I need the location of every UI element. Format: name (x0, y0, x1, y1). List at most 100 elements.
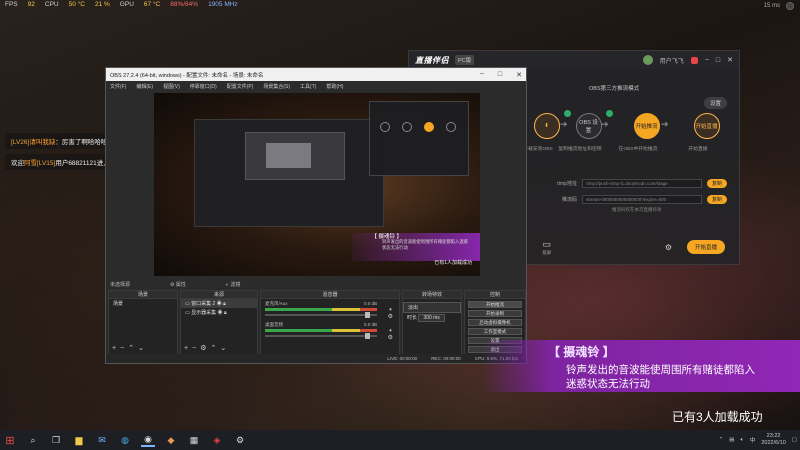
clock[interactable]: 23:22 2022/6/10 (761, 433, 785, 447)
notification-icon[interactable] (690, 56, 698, 64)
nested-live-panel (369, 101, 469, 176)
volume-icon[interactable]: 🔈︎ (741, 437, 744, 444)
menu-scene-collection[interactable]: 场景集合(S) (263, 83, 290, 90)
gear-icon[interactable]: ⚙ (388, 334, 393, 341)
slider-knob[interactable] (365, 333, 370, 339)
lock-icon[interactable]: 🔒︎ (224, 310, 227, 316)
chat-app-icon[interactable]: ◈ (210, 433, 224, 447)
filters-button[interactable]: ◐ 滤镜 (226, 281, 240, 288)
menu-help[interactable]: 帮助(H) (326, 83, 343, 90)
chat-level: [LV26] (11, 139, 30, 146)
transition-select[interactable]: 淡出 (403, 302, 461, 313)
volume-slider[interactable] (265, 312, 377, 318)
gear-icon[interactable]: ⚙ (388, 313, 393, 320)
maximize-icon[interactable]: □ (716, 57, 720, 64)
obs-taskbar-icon[interactable]: ◉ (141, 433, 155, 447)
down-icon[interactable]: ⌄ (138, 345, 148, 352)
network-icon[interactable]: ▤ (729, 437, 734, 443)
start-live-button[interactable]: 开始直播 (686, 240, 725, 254)
avatar[interactable] (642, 55, 653, 65)
duration-row: 时长 300 ms (403, 313, 461, 322)
remove-icon[interactable]: − (192, 345, 200, 352)
slider-knob[interactable] (365, 312, 370, 318)
menu-tools[interactable]: 工具(T) (300, 83, 316, 90)
menu-docks[interactable]: 停靠窗口(D) (190, 83, 217, 90)
copy-key-button[interactable]: 复制 (707, 195, 728, 204)
browser-icon[interactable]: ◍ (118, 433, 132, 447)
stream-key-field[interactable]: stream-0000000000000000?expire=000 (582, 195, 702, 204)
start-recording-button[interactable]: 开始录制 (468, 310, 522, 317)
explorer-icon[interactable]: ▆ (72, 433, 86, 447)
task-view-icon[interactable]: ❐ (49, 433, 63, 447)
nested-preview-window (245, 132, 345, 180)
cast-button[interactable]: ▭ 投屏 (542, 239, 551, 256)
maximize-icon[interactable]: □ (498, 71, 502, 79)
nested-preview-image (266, 143, 311, 168)
nested-obs-preview (194, 119, 384, 227)
start-streaming-button[interactable]: 开始推流 (468, 301, 522, 308)
arrow-right-icon: ➔ (601, 119, 609, 129)
source-item[interactable]: ▭ 窗口采集 2 ◉ 🔒︎ (181, 299, 257, 308)
ime-indicator[interactable]: 中 (750, 436, 756, 444)
up-icon[interactable]: ⌃ (210, 345, 220, 352)
menu-view[interactable]: 视图(V) (163, 83, 180, 90)
preview-loaded-text: 已有1人加载成功 (434, 260, 472, 266)
up-icon[interactable]: ⌃ (128, 345, 138, 352)
eye-icon[interactable]: ◉ (217, 301, 222, 307)
remove-icon[interactable]: − (120, 345, 128, 352)
scene-tools: +−⌃⌄ (112, 344, 148, 352)
menu-profile[interactable]: 配置文件(P) (227, 83, 254, 90)
settings-button[interactable]: 设置 (703, 97, 727, 109)
mixer-channel-db: 0.0 dB (363, 322, 377, 327)
duration-field[interactable]: 300 ms (418, 314, 445, 322)
add-icon[interactable]: + (112, 345, 120, 352)
minimize-icon[interactable]: − (480, 71, 484, 79)
chevron-up-icon[interactable]: ⌃ (719, 437, 724, 443)
arrow-right-icon: ➔ (661, 119, 669, 129)
menu-edit[interactable]: 编辑(E) (136, 83, 153, 90)
latency-text: 15 ms (763, 3, 780, 9)
studio-mode-button[interactable]: 工作室模式 (468, 328, 522, 335)
source-item[interactable]: ▭ 显示器采集 ◉ 🔒︎ (181, 308, 257, 317)
game-icon[interactable]: ◆ (164, 433, 178, 447)
chat-message: [LV26]请叫我缺：厉害了啊哈哈哈 (5, 133, 114, 149)
record-dot-icon[interactable] (786, 2, 794, 10)
down-icon[interactable]: ⌄ (220, 345, 230, 352)
app-icon[interactable]: ▦ (187, 433, 201, 447)
close-icon[interactable]: ✕ (727, 56, 733, 64)
item-banner-line2: 迷惑状态无法行动 (566, 378, 650, 390)
username[interactable]: 用户飞飞 (660, 56, 684, 65)
gear-icon[interactable]: ⚙ (665, 243, 672, 252)
stream-key-row: 推流码 stream-0000000000000000?expire=000 复… (549, 195, 728, 204)
version-tag: PC版 (455, 55, 475, 65)
step-caption: 复制推流地址和密钥 (558, 147, 602, 152)
step-circle (402, 122, 412, 132)
volume-slider[interactable] (265, 333, 377, 339)
step-start-live[interactable]: 开始直播 开始直播 (685, 113, 728, 152)
check-icon (606, 110, 613, 117)
lock-icon[interactable]: 🔒︎ (223, 301, 226, 307)
close-icon[interactable]: ✕ (516, 71, 522, 79)
chat-prefix: 欢迎 (11, 160, 24, 167)
add-icon[interactable]: + (184, 345, 192, 352)
mail-icon[interactable]: ✉ (95, 433, 109, 447)
search-icon[interactable]: ⌕ (26, 433, 40, 447)
steam-icon[interactable]: ⚙ (233, 433, 247, 447)
gear-icon[interactable]: ⚙ (200, 345, 210, 352)
notification-icon[interactable]: ▢ (792, 437, 797, 443)
step-caption: 开始直播 (688, 147, 708, 152)
menu-file[interactable]: 文件(F) (110, 83, 126, 90)
minimize-icon[interactable]: − (705, 57, 709, 64)
rtmp-label: rtmp地址 (556, 181, 577, 187)
scene-item[interactable]: 场景 (109, 299, 177, 308)
virtual-camera-button[interactable]: 启动虚拟摄像机 (468, 319, 522, 326)
eye-icon[interactable]: ◉ (218, 310, 223, 316)
transitions-header: 转场特效 (403, 291, 461, 299)
start-icon[interactable]: ⊞ (3, 433, 17, 447)
download-icon: ⬇ (544, 123, 549, 129)
obs-preview[interactable]: 【 摄魂铃 】 铃声发出的音波能使周围所有赌徒都陷入迷惑状态无法行动 已有1人加… (154, 93, 480, 276)
sources-header: 来源 (181, 291, 257, 299)
rtmp-field[interactable]: rtmp://push-rtmp-l1.douyincdn.com/stage (582, 179, 702, 188)
copy-rtmp-button[interactable]: 复制 (707, 179, 728, 188)
properties-button[interactable]: ⚙ 属性 (170, 281, 186, 288)
